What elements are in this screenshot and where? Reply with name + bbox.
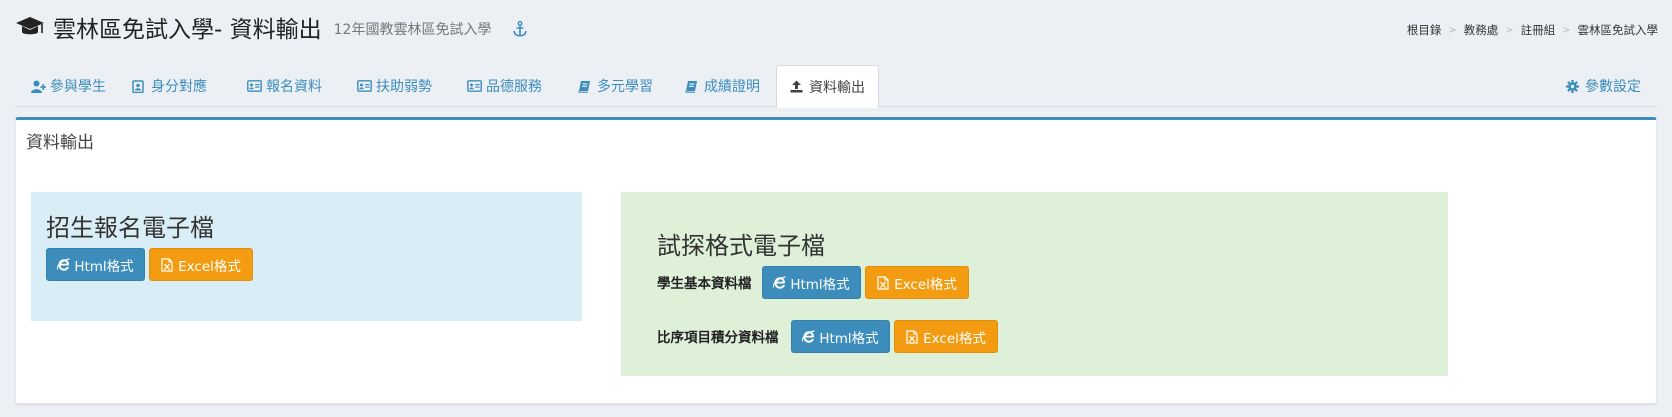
data-export-box: 資料輸出 招生報名電子檔 Html格式 Excel格式 試探格式電子檔 學生基本…	[15, 117, 1657, 404]
id-card-icon	[247, 79, 262, 93]
box-title: 資料輸出	[26, 133, 94, 153]
user-plus-icon	[31, 80, 47, 93]
tab-character-service[interactable]: 品德服務	[467, 65, 542, 107]
ie-icon	[802, 330, 815, 343]
id-card-icon	[357, 79, 372, 93]
book-icon	[578, 80, 592, 93]
enrollment-panel-title: 招生報名電子檔	[46, 214, 214, 242]
id-badge-icon	[132, 79, 146, 93]
tab-label: 參數設定	[1585, 79, 1641, 95]
tab-disadvantaged-aid[interactable]: 扶助弱勢	[357, 65, 432, 107]
tab-grade-certificate[interactable]: 成績證明	[685, 65, 760, 107]
book-icon	[685, 80, 699, 93]
student-basic-html-button[interactable]: Html格式	[762, 266, 861, 299]
page-subtitle: 12年國教雲林區免試入學	[333, 22, 492, 38]
tab-diverse-learning[interactable]: 多元學習	[578, 65, 653, 107]
tab-participants[interactable]: 參與學生	[31, 65, 106, 107]
page-title: 雲林區免試入學- 資料輸出	[53, 17, 322, 43]
file-excel-icon	[877, 276, 890, 290]
breadcrumb-item-root[interactable]: 根目錄	[1407, 22, 1442, 38]
student-basic-excel-button[interactable]: Excel格式	[865, 266, 969, 299]
file-excel-icon	[161, 258, 174, 272]
tab-identity-mapping[interactable]: 身分對應	[132, 65, 207, 107]
page: 雲林區免試入學- 資料輸出 12年國教雲林區免試入學 根目錄 > 教務處 > 註…	[0, 0, 1672, 417]
button-label: Excel格式	[178, 258, 241, 275]
trial-format-file-panel: 試探格式電子檔 學生基本資料檔 Html格式 Excel格式 比序項目積分資料檔	[621, 192, 1448, 376]
breadcrumb: 根目錄 > 教務處 > 註冊組 > 雲林區免試入學	[1407, 22, 1658, 38]
breadcrumb-separator: >	[1562, 24, 1571, 36]
button-label: Html格式	[790, 276, 850, 293]
tab-label: 成績證明	[704, 79, 760, 95]
button-label: Html格式	[819, 330, 879, 347]
tab-settings[interactable]: 參數設定	[1566, 65, 1641, 107]
enrollment-file-panel: 招生報名電子檔 Html格式 Excel格式	[31, 192, 582, 321]
tab-label: 參與學生	[50, 79, 106, 95]
tab-label: 品德服務	[486, 79, 542, 95]
trial-panel-title: 試探格式電子檔	[657, 232, 825, 260]
enrollment-excel-button[interactable]: Excel格式	[149, 248, 253, 281]
student-basic-data-label: 學生基本資料檔	[657, 276, 752, 292]
button-label: Html格式	[74, 258, 134, 275]
tab-label: 扶助弱勢	[376, 79, 432, 95]
tab-bar: 參與學生 身分對應 報名資料 扶助弱勢 品德服務 多元學習 成績證明 資料輸出 …	[15, 65, 1657, 108]
graduation-cap-icon	[15, 14, 45, 40]
page-header: 雲林區免試入學- 資料輸出 12年國教雲林區免試入學	[15, 12, 528, 43]
tab-label: 多元學習	[597, 79, 653, 95]
tab-label: 報名資料	[266, 79, 322, 95]
ranking-score-excel-button[interactable]: Excel格式	[894, 320, 998, 353]
ranking-score-html-button[interactable]: Html格式	[791, 320, 890, 353]
ie-icon	[57, 258, 70, 271]
gear-icon	[1566, 79, 1580, 93]
button-label: Excel格式	[923, 330, 986, 347]
tab-label: 資料輸出	[809, 79, 865, 96]
file-excel-icon	[906, 330, 919, 344]
button-label: Excel格式	[894, 276, 957, 293]
breadcrumb-separator: >	[1505, 24, 1514, 36]
tab-data-export[interactable]: 資料輸出	[776, 65, 879, 108]
upload-icon	[790, 80, 804, 93]
breadcrumb-separator: >	[1448, 24, 1457, 36]
enrollment-html-button[interactable]: Html格式	[46, 248, 145, 281]
breadcrumb-item-registration[interactable]: 註冊組	[1521, 22, 1556, 38]
ie-icon	[773, 276, 786, 289]
breadcrumb-item-academic-affairs[interactable]: 教務處	[1464, 22, 1499, 38]
id-card-icon	[467, 79, 482, 93]
tab-registration-data[interactable]: 報名資料	[247, 65, 322, 107]
anchor-icon[interactable]	[513, 21, 528, 37]
ranking-score-data-label: 比序項目積分資料檔	[657, 330, 779, 346]
tab-label: 身分對應	[151, 79, 207, 95]
breadcrumb-item-current: 雲林區免試入學	[1577, 23, 1659, 37]
